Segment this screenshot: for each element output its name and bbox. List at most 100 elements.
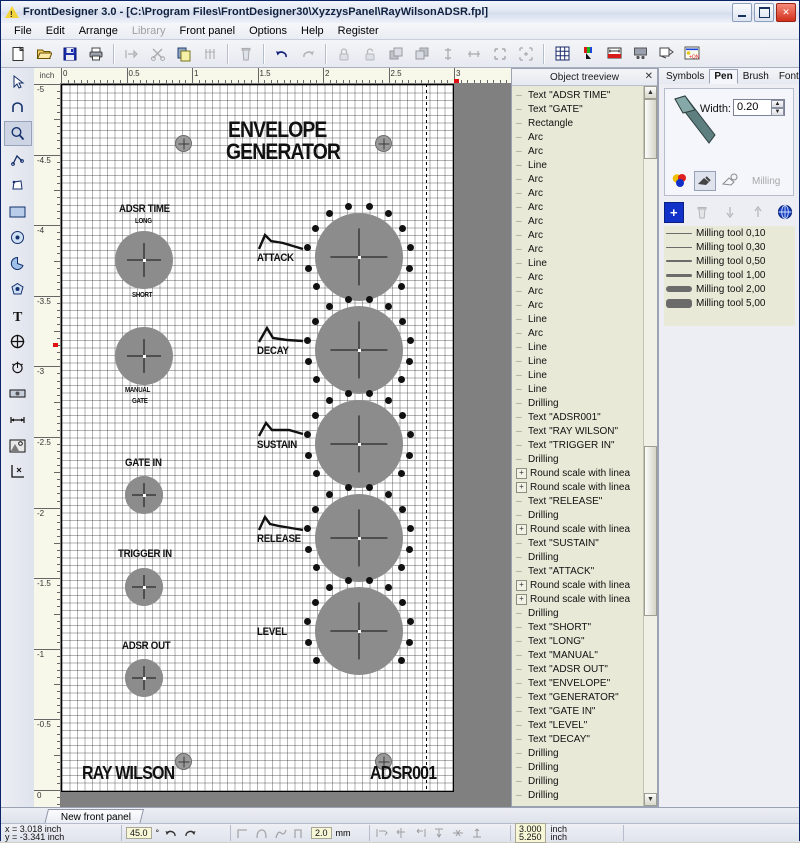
- tree-item[interactable]: – Text "LONG": [512, 634, 644, 648]
- tree-item[interactable]: + Round scale with linea: [512, 480, 644, 494]
- measure-ruler-icon[interactable]: [602, 42, 626, 66]
- outline-icon[interactable]: [719, 171, 741, 191]
- milling-tool-row[interactable]: Milling tool 0,30: [664, 240, 795, 254]
- tree-item[interactable]: – Drilling: [512, 746, 644, 760]
- tree-item[interactable]: – Arc: [512, 228, 644, 242]
- milling-view-icon[interactable]: [654, 42, 678, 66]
- tree-item[interactable]: – Text "GENERATOR": [512, 690, 644, 704]
- treeview-scrollbar[interactable]: ▲ ▼: [643, 86, 657, 806]
- tree-item[interactable]: – Drilling: [512, 508, 644, 522]
- tree-item[interactable]: – Arc: [512, 284, 644, 298]
- tree-item[interactable]: – Arc: [512, 242, 644, 256]
- tree-item[interactable]: – Text "LEVEL": [512, 718, 644, 732]
- corner-radius-input[interactable]: 2.0: [311, 827, 332, 839]
- grid-icon[interactable]: [550, 42, 574, 66]
- jack-gate-in[interactable]: [125, 476, 163, 514]
- scroll-thumb-lower[interactable]: [644, 446, 657, 616]
- picture-tool[interactable]: [4, 433, 32, 458]
- menu-edit[interactable]: Edit: [39, 24, 72, 38]
- pot-level[interactable]: [315, 587, 403, 675]
- milling-tool-row[interactable]: Milling tool 0,50: [664, 254, 795, 268]
- close-button[interactable]: ✕: [776, 3, 796, 22]
- tree-item[interactable]: – Arc: [512, 200, 644, 214]
- tree-item[interactable]: – Arc: [512, 298, 644, 312]
- tree-expand-icon[interactable]: +: [516, 579, 527, 591]
- front-panel-artwork[interactable]: ENVELOPE GENERATOR ADSR TIME LONG SHORT …: [61, 84, 454, 792]
- undo-arrow-icon[interactable]: [270, 42, 294, 66]
- pot-decay[interactable]: [315, 306, 403, 394]
- tree-item[interactable]: – Drilling: [512, 550, 644, 564]
- scroll-down-button[interactable]: ▼: [644, 793, 657, 806]
- tree-item[interactable]: – Arc: [512, 172, 644, 186]
- tab-brush[interactable]: Brush: [738, 69, 774, 84]
- pot-release[interactable]: [315, 494, 403, 582]
- add-tool-button[interactable]: +: [664, 201, 684, 223]
- notch-corner-icon[interactable]: [292, 826, 307, 840]
- minimize-button[interactable]: [732, 3, 752, 22]
- tree-item[interactable]: – Text "ATTACK": [512, 564, 644, 578]
- tree-item[interactable]: – Arc: [512, 270, 644, 284]
- tree-item[interactable]: – Arc: [512, 186, 644, 200]
- panel-size-values[interactable]: 3.000 5.250: [515, 823, 546, 843]
- tree-item[interactable]: – Line: [512, 382, 644, 396]
- tree-item[interactable]: + Round scale with linea: [512, 466, 644, 480]
- circle-tool[interactable]: [4, 225, 32, 250]
- tree-item[interactable]: – Text "ADSR OUT": [512, 662, 644, 676]
- tree-item[interactable]: – Arc: [512, 144, 644, 158]
- treeview-list[interactable]: – Text "ADSR TIME" – Text "GATE" – Rectangle –…: [512, 86, 644, 806]
- menu-front-panel[interactable]: Front panel: [172, 24, 242, 38]
- tree-item[interactable]: – Text "DECAY": [512, 732, 644, 746]
- tree-item[interactable]: – Line: [512, 158, 644, 172]
- dimension-tool[interactable]: [4, 407, 32, 432]
- color-circles-icon[interactable]: [669, 171, 691, 191]
- tree-item[interactable]: – Drilling: [512, 606, 644, 620]
- text-tool[interactable]: T: [4, 303, 32, 328]
- tree-item[interactable]: – Arc: [512, 326, 644, 340]
- tree-item[interactable]: – Text "MANUAL": [512, 648, 644, 662]
- align-right-icon[interactable]: [412, 826, 427, 840]
- rotate-hook-icon[interactable]: [4, 95, 32, 120]
- tree-item[interactable]: – Line: [512, 340, 644, 354]
- tree-item[interactable]: – Line: [512, 368, 644, 382]
- tab-pen[interactable]: Pen: [709, 69, 738, 84]
- tree-item[interactable]: – Text "SHORT": [512, 620, 644, 634]
- tree-item[interactable]: – Text "RELEASE": [512, 494, 644, 508]
- tree-item[interactable]: – Drilling: [512, 760, 644, 774]
- milling-tool-row[interactable]: Milling tool 0,10: [664, 226, 795, 240]
- open-file-button[interactable]: [32, 42, 56, 66]
- bevel-corner-icon[interactable]: [273, 826, 288, 840]
- align-top-icon[interactable]: [431, 826, 446, 840]
- rotate-cw-icon[interactable]: [182, 826, 197, 840]
- tree-item[interactable]: – Text "GATE": [512, 102, 644, 116]
- tree-expand-icon[interactable]: +: [516, 467, 527, 479]
- pot-manual-gate[interactable]: [115, 327, 173, 385]
- milling-tool-row[interactable]: Milling tool 5,00: [664, 296, 795, 310]
- tree-item[interactable]: – Text "ADSR001": [512, 410, 644, 424]
- sharp-corner-icon[interactable]: [235, 826, 250, 840]
- pen-width-spinner[interactable]: ▲ ▼: [771, 100, 784, 116]
- rotate-ccw-icon[interactable]: [163, 826, 178, 840]
- tree-item[interactable]: – Text "ENVELOPE": [512, 676, 644, 690]
- maximize-button[interactable]: [754, 3, 774, 22]
- align-center-v-icon[interactable]: [393, 826, 408, 840]
- spinner-up[interactable]: ▲: [771, 100, 784, 108]
- globe-icon[interactable]: [776, 203, 794, 222]
- copy-clipboard-icon[interactable]: [172, 42, 196, 66]
- tree-item[interactable]: – Rectangle: [512, 116, 644, 130]
- tree-item[interactable]: – Text "SUSTAIN": [512, 536, 644, 550]
- tree-expand-icon[interactable]: +: [516, 481, 527, 493]
- tree-expand-icon[interactable]: +: [516, 523, 527, 535]
- align-bottom-icon[interactable]: [469, 826, 484, 840]
- zoom-tool[interactable]: [3, 121, 32, 146]
- pot-adsr-time[interactable]: [115, 231, 173, 289]
- jack-adsr-out[interactable]: [125, 659, 163, 697]
- tree-item[interactable]: + Round scale with linea: [512, 522, 644, 536]
- tree-item[interactable]: – Text "GATE IN": [512, 704, 644, 718]
- color-snap-icon[interactable]: [576, 42, 600, 66]
- drilling-tool[interactable]: [4, 329, 32, 354]
- linear-scale-tool[interactable]: [4, 381, 32, 406]
- ellipse-tool[interactable]: [4, 277, 32, 302]
- round-scale-tool[interactable]: [4, 355, 32, 380]
- tree-item[interactable]: – Line: [512, 256, 644, 270]
- align-middle-icon[interactable]: [450, 826, 465, 840]
